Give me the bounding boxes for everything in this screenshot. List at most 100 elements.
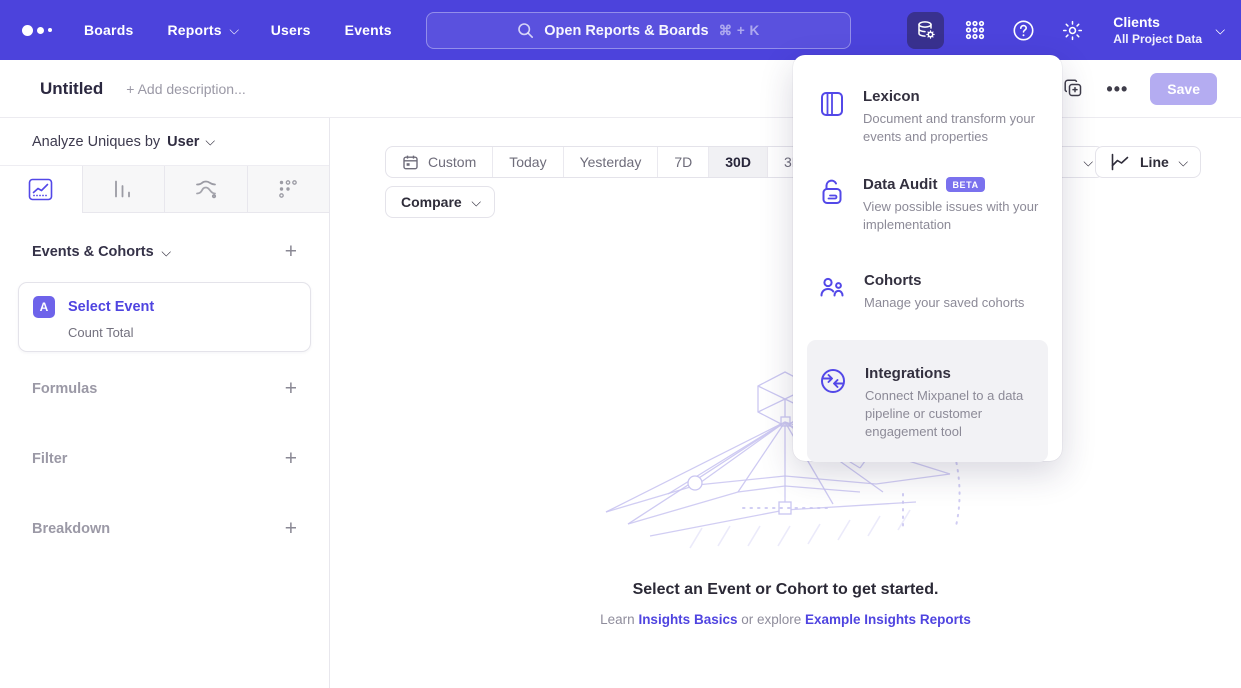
- menu-item-title: Cohorts: [864, 272, 922, 289]
- search-icon: [517, 22, 534, 39]
- chart-type-tabs: [0, 166, 329, 213]
- nav-links: Boards Reports Users Events: [84, 22, 392, 38]
- top-nav: Boards Reports Users Events Open Reports…: [0, 0, 1241, 60]
- menu-item-cohorts[interactable]: Cohorts Manage your saved cohorts: [807, 272, 1048, 312]
- formulas-header: Formulas: [32, 381, 97, 397]
- filter-header: Filter: [32, 451, 67, 467]
- filter-section: Filter +: [0, 450, 329, 468]
- analyze-by-selector[interactable]: User: [167, 134, 213, 150]
- nav-link-reports[interactable]: Reports: [167, 22, 236, 38]
- tab-line-chart[interactable]: [0, 166, 83, 212]
- analyze-uniques-row: Analyze Uniques by User: [0, 118, 329, 166]
- range-label: Today: [509, 154, 546, 170]
- flow-chart-icon: [194, 178, 218, 200]
- query-sidebar: Analyze Uniques by User: [0, 118, 330, 688]
- range-label: 7D: [674, 154, 692, 170]
- count-total-selector[interactable]: Count Total: [68, 325, 310, 340]
- select-event-button[interactable]: Select Event: [68, 299, 154, 315]
- search-shortcut: ⌘ + K: [719, 23, 760, 39]
- more-options-button[interactable]: •••: [1106, 84, 1128, 94]
- report-header-actions: ••• Save: [1063, 73, 1217, 105]
- compare-button[interactable]: Compare: [385, 186, 495, 218]
- menu-item-title: Data Audit: [863, 176, 937, 193]
- metric-icon: [277, 178, 299, 200]
- menu-item-description: Document and transform your events and p…: [863, 110, 1048, 146]
- apps-grid-button[interactable]: [956, 12, 993, 49]
- save-button[interactable]: Save: [1150, 73, 1217, 105]
- bar-chart-icon: [112, 178, 134, 200]
- tab-bar-chart[interactable]: [83, 166, 166, 212]
- data-management-menu: Lexicon Document and transform your even…: [793, 55, 1062, 461]
- nav-link-users[interactable]: Users: [271, 22, 311, 38]
- event-card[interactable]: A Select Event Count Total: [18, 282, 311, 352]
- calendar-icon: [402, 154, 419, 171]
- example-reports-link[interactable]: Example Insights Reports: [805, 612, 971, 627]
- chevron-down-icon: [229, 24, 239, 34]
- data-management-button[interactable]: [907, 12, 944, 49]
- compare-label: Compare: [401, 194, 462, 210]
- learn-text: Learn: [600, 612, 638, 627]
- empty-state-title: Select an Event or Cohort to get started…: [330, 581, 1241, 599]
- cohorts-people-icon: [819, 272, 846, 312]
- report-description-placeholder[interactable]: + Add description...: [126, 81, 245, 97]
- nav-link-label: Users: [271, 22, 311, 38]
- chevron-down-icon: [161, 246, 171, 256]
- apps-grid-icon: [964, 19, 986, 41]
- lexicon-book-icon: [819, 88, 845, 146]
- range-label: Custom: [428, 154, 476, 170]
- menu-item-title: Lexicon: [863, 88, 920, 105]
- duplicate-report-icon[interactable]: [1063, 78, 1084, 99]
- mixpanel-logo[interactable]: [22, 25, 62, 36]
- menu-item-description: View possible issues with your implement…: [863, 198, 1048, 234]
- add-event-button[interactable]: +: [285, 243, 297, 261]
- explore-text: or explore: [737, 612, 805, 627]
- menu-item-data-audit[interactable]: Data Audit BETA View possible issues wit…: [807, 176, 1048, 234]
- events-cohorts-label: Events & Cohorts: [32, 244, 154, 260]
- events-cohorts-header[interactable]: Events & Cohorts: [32, 244, 169, 260]
- nav-link-label: Events: [345, 22, 392, 38]
- search-placeholder: Open Reports & Boards: [544, 23, 708, 39]
- range-yesterday[interactable]: Yesterday: [564, 147, 659, 177]
- analyze-value: User: [167, 134, 199, 150]
- nav-link-boards[interactable]: Boards: [84, 22, 133, 38]
- insights-basics-link[interactable]: Insights Basics: [638, 612, 737, 627]
- menu-item-lexicon[interactable]: Lexicon Document and transform your even…: [807, 88, 1048, 146]
- add-formula-button[interactable]: +: [285, 380, 297, 398]
- tab-flow-chart[interactable]: [165, 166, 248, 212]
- project-name: All Project Data: [1113, 32, 1202, 46]
- range-today[interactable]: Today: [493, 147, 563, 177]
- add-filter-button[interactable]: +: [285, 450, 297, 468]
- report-title[interactable]: Untitled: [40, 79, 103, 99]
- main-content: Custom Today Yesterday 7D 30D 3M 6M 12M …: [330, 118, 1241, 688]
- range-label: 30D: [725, 154, 751, 170]
- event-badge: A: [33, 296, 55, 318]
- line-chart-icon: [1110, 153, 1130, 171]
- menu-item-integrations[interactable]: Integrations Connect Mixpanel to a data …: [807, 340, 1048, 462]
- nav-link-label: Reports: [167, 22, 221, 38]
- range-7d[interactable]: 7D: [658, 147, 709, 177]
- range-30d-selected[interactable]: 30D: [709, 147, 768, 177]
- chevron-down-icon: [1215, 24, 1225, 34]
- add-breakdown-button[interactable]: +: [285, 520, 297, 538]
- analyze-label: Analyze Uniques by: [32, 134, 160, 150]
- menu-item-description: Manage your saved cohorts: [864, 294, 1024, 312]
- events-cohorts-section: Events & Cohorts +: [0, 243, 329, 261]
- chevron-down-icon: [1083, 156, 1093, 166]
- chevron-down-icon: [471, 196, 481, 206]
- nav-right-cluster: Clients All Project Data: [907, 0, 1223, 60]
- help-button[interactable]: [1005, 12, 1042, 49]
- line-chart-icon: [28, 178, 53, 201]
- range-custom[interactable]: Custom: [386, 147, 493, 177]
- data-audit-icon: [819, 176, 845, 234]
- nav-link-events[interactable]: Events: [345, 22, 392, 38]
- chart-type-button[interactable]: Line: [1095, 146, 1201, 178]
- global-search-input[interactable]: Open Reports & Boards ⌘ + K: [426, 12, 851, 49]
- database-gear-icon: [915, 19, 937, 41]
- settings-gear-icon: [1061, 19, 1084, 42]
- settings-button[interactable]: [1054, 12, 1091, 49]
- empty-state-subtitle: Learn Insights Basics or explore Example…: [330, 612, 1241, 627]
- chevron-down-icon: [1178, 156, 1188, 166]
- org-name: Clients: [1113, 14, 1202, 30]
- project-selector[interactable]: Clients All Project Data: [1113, 14, 1223, 46]
- tab-metric[interactable]: [248, 166, 330, 212]
